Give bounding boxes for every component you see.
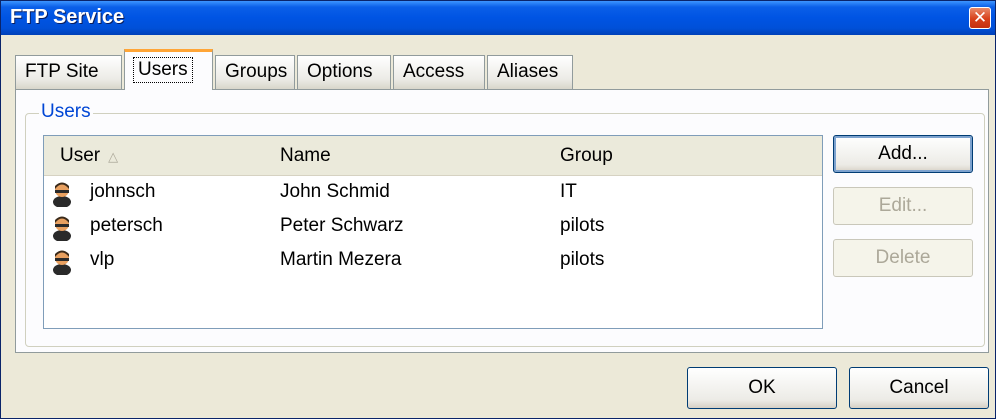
add-button[interactable]: Add...	[833, 135, 973, 173]
title-bar[interactable]: FTP Service ✕	[1, 1, 995, 35]
tab-label: Access	[403, 61, 465, 82]
tab-label: Groups	[225, 61, 288, 82]
ftp-service-dialog: FTP Service ✕ FTP Site Users Groups Opti…	[0, 0, 996, 419]
tab-label: FTP Site	[25, 61, 99, 82]
tab-label: Options	[307, 61, 373, 82]
delete-button[interactable]: Delete	[833, 239, 973, 277]
cell-user: vlp	[90, 249, 115, 270]
table-row[interactable]: petersch Peter Schwarz pilots	[44, 211, 822, 245]
button-label: Add...	[878, 143, 928, 164]
cell-user: johnsch	[90, 181, 156, 202]
tab-ftp-site[interactable]: FTP Site	[15, 55, 122, 89]
user-icon	[53, 216, 71, 241]
tab-options[interactable]: Options	[297, 55, 391, 89]
cancel-button[interactable]: Cancel	[849, 367, 989, 409]
column-header-group[interactable]: Group	[560, 145, 613, 167]
window-title: FTP Service	[10, 6, 125, 28]
sort-ascending-icon: △	[108, 149, 119, 164]
tab-access[interactable]: Access	[393, 55, 485, 89]
button-label: Edit...	[878, 195, 928, 216]
cell-group: IT	[560, 181, 577, 202]
column-header-label: Name	[280, 145, 331, 166]
column-header-label: User	[60, 145, 101, 166]
table-row[interactable]: johnsch John Schmid IT	[44, 177, 822, 211]
cell-user: petersch	[90, 215, 163, 236]
user-icon	[53, 182, 71, 207]
tab-groups[interactable]: Groups	[215, 55, 295, 89]
edit-button[interactable]: Edit...	[833, 187, 973, 225]
users-list[interactable]: User △ Name Group johnsch John Schmid IT	[43, 135, 823, 329]
cell-group: pilots	[560, 249, 605, 270]
cell-name: John Schmid	[280, 181, 390, 202]
users-groupbox-legend: Users	[39, 101, 93, 123]
list-header: User △ Name Group	[44, 136, 822, 176]
tab-users[interactable]: Users	[124, 49, 213, 90]
column-header-name[interactable]: Name	[280, 145, 331, 167]
tab-aliases[interactable]: Aliases	[487, 55, 573, 89]
button-label: Delete	[875, 247, 931, 268]
button-label: Cancel	[889, 377, 949, 398]
button-label: OK	[748, 377, 776, 398]
column-header-user[interactable]: User △	[60, 145, 118, 167]
ok-button[interactable]: OK	[687, 367, 837, 409]
table-row[interactable]: vlp Martin Mezera pilots	[44, 245, 822, 279]
user-icon	[53, 250, 71, 275]
close-button[interactable]: ✕	[969, 7, 991, 29]
column-header-label: Group	[560, 145, 613, 166]
cell-name: Martin Mezera	[280, 249, 402, 270]
tab-label: Users	[133, 57, 193, 83]
tab-label: Aliases	[497, 61, 559, 82]
close-icon: ✕	[972, 8, 988, 27]
cell-group: pilots	[560, 215, 605, 236]
cell-name: Peter Schwarz	[280, 215, 404, 236]
